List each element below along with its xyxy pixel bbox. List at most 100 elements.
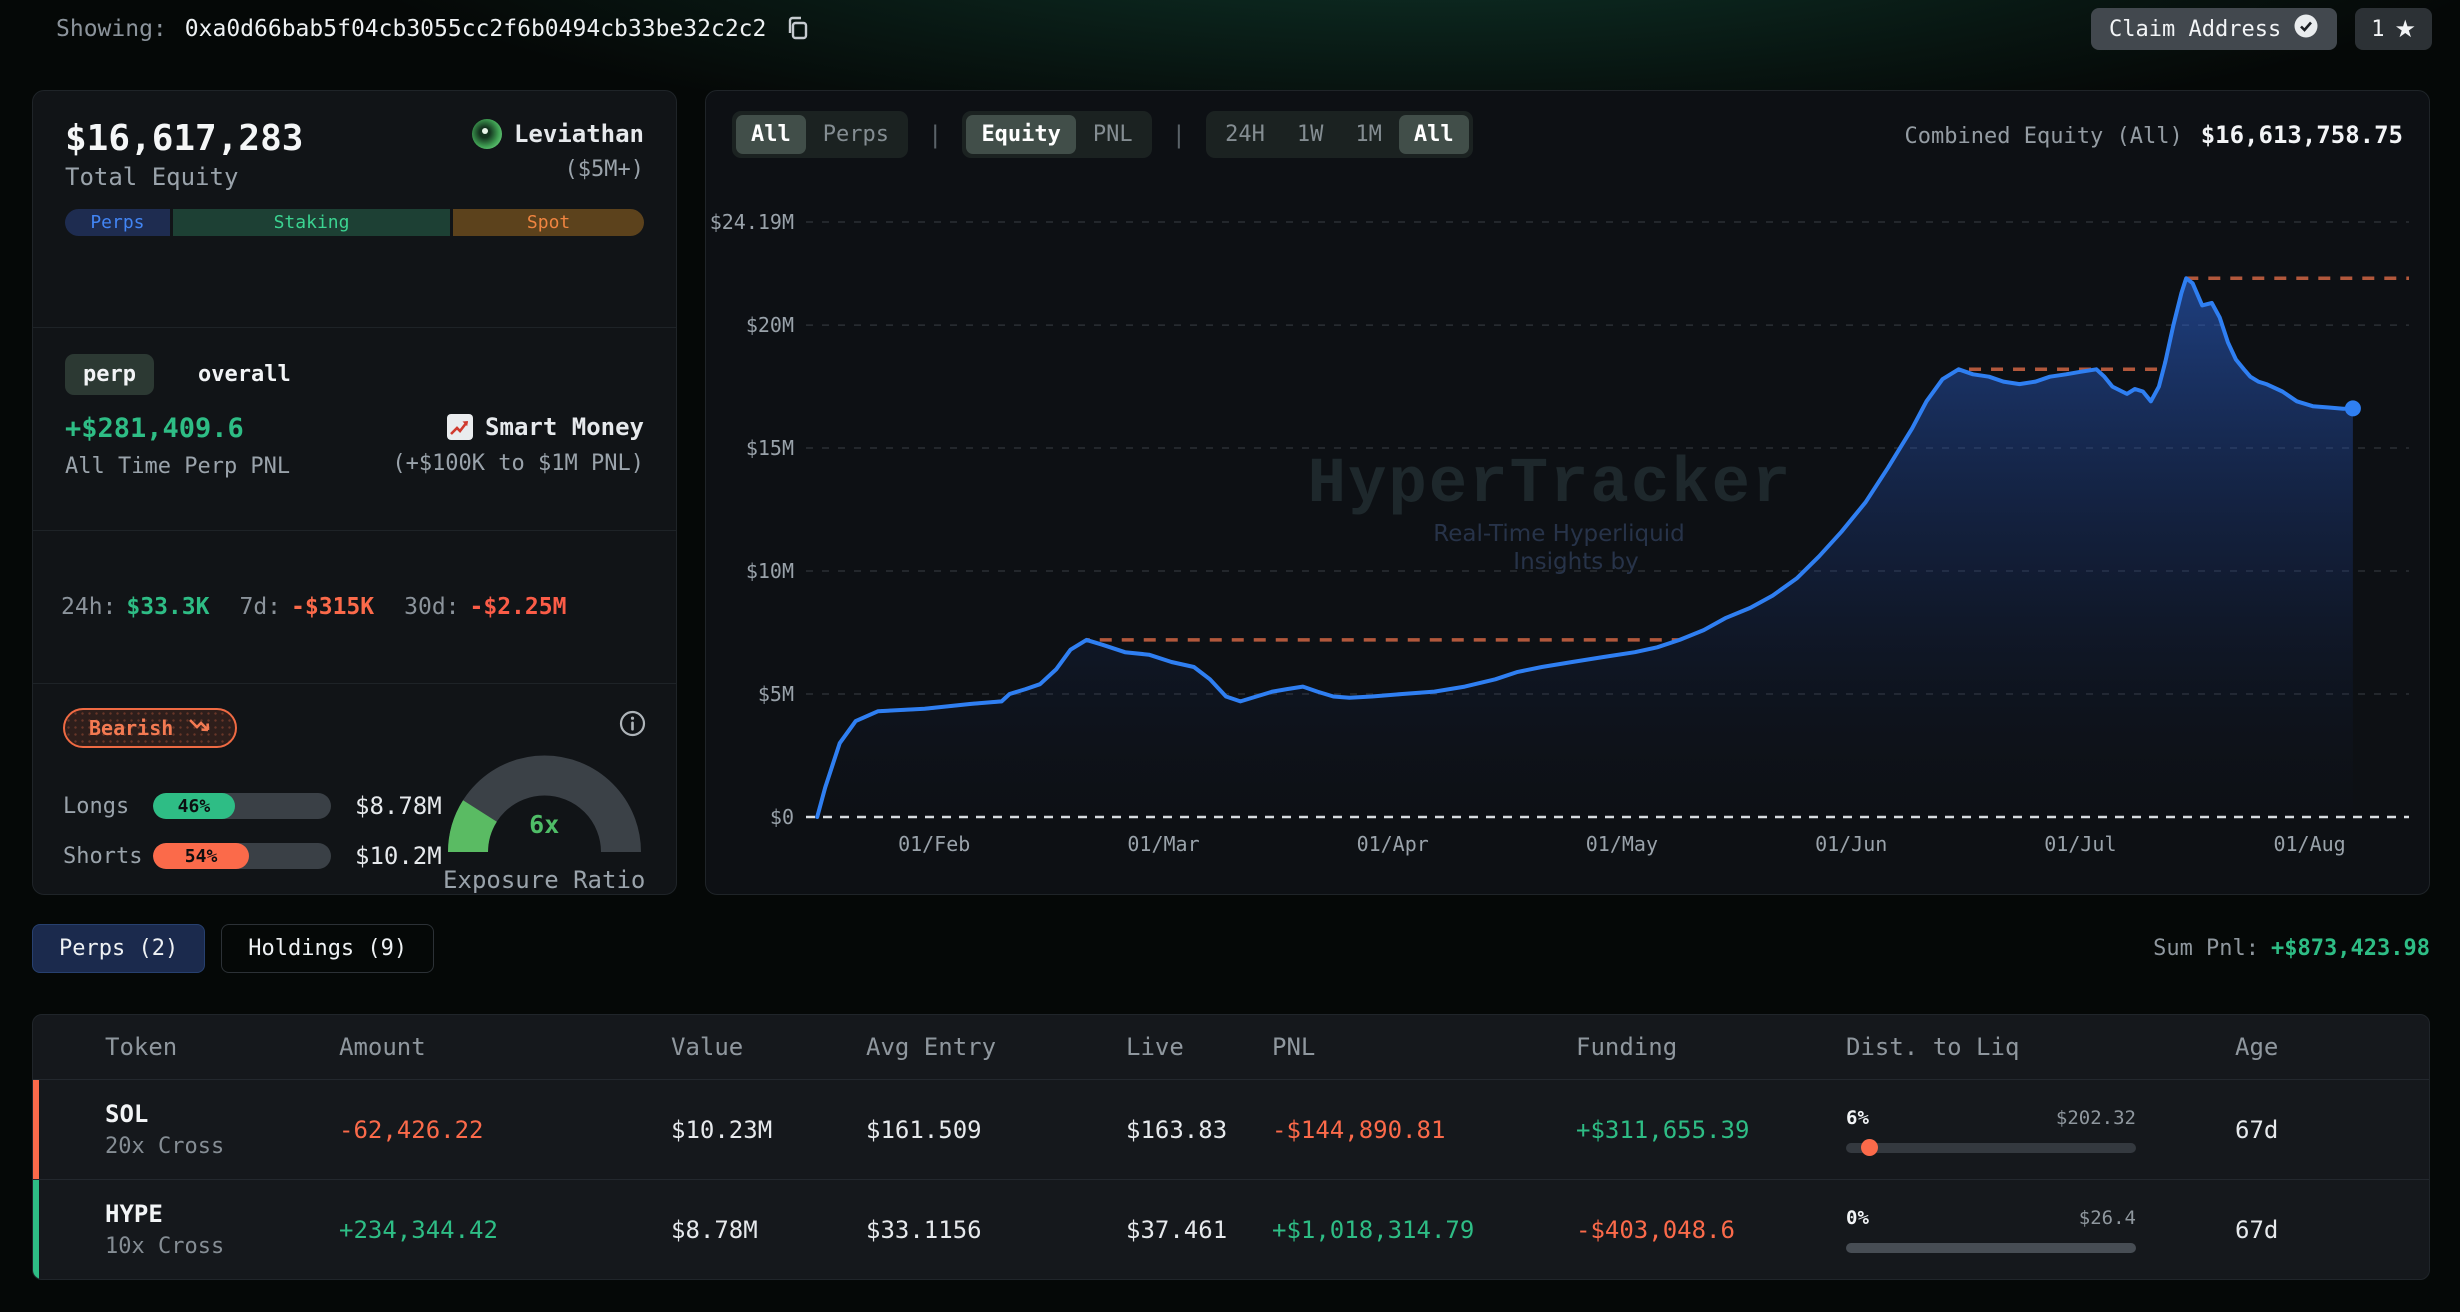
svg-text:$15M: $15M xyxy=(746,436,794,460)
period-pnl-1: 7d: -$315K xyxy=(239,594,374,620)
main-content: $16,617,283 Total Equity Leviathan ($5M+… xyxy=(0,52,2460,1280)
period-pnl-0: 24h: $33.3K xyxy=(61,594,209,620)
period-label: 7d: xyxy=(239,594,281,620)
live-cell: $163.83 xyxy=(1126,1116,1272,1144)
equity-chart[interactable]: $24.19M$20M$15M$10M$5M$001/Feb01/Mar01/A… xyxy=(706,179,2429,895)
liq-price: $202.32 xyxy=(2056,1107,2136,1129)
svg-text:01/Apr: 01/Apr xyxy=(1357,832,1429,856)
claim-address-label: Claim Address xyxy=(2109,17,2281,42)
shorts-value: $10.2M xyxy=(355,842,442,870)
live-cell: $37.461 xyxy=(1126,1216,1272,1244)
pnl-cell: +$1,018,314.79 xyxy=(1272,1216,1576,1244)
shorts-bar: 54% xyxy=(153,843,331,869)
shorts-fill: 54% xyxy=(153,843,249,869)
longs-fill: 46% xyxy=(153,793,235,819)
longs-bar: 46% xyxy=(153,793,331,819)
svg-text:01/Jun: 01/Jun xyxy=(1815,832,1887,856)
exposure-section: Bearish xyxy=(33,684,676,894)
metric-tab-group: EquityPNL xyxy=(962,111,1151,158)
column-header-value: Value xyxy=(671,1033,866,1061)
positions-tab-holdings-9-[interactable]: Holdings (9) xyxy=(221,924,434,973)
equity-chart-card: AllPerps | EquityPNL | 24H1W1MAll Combin… xyxy=(705,90,2430,895)
star-count-button[interactable]: 1 ★ xyxy=(2355,8,2432,50)
range-tab-1m[interactable]: 1M xyxy=(1340,115,1397,154)
sum-pnl-label: Sum Pnl: xyxy=(2153,936,2259,961)
amount-cell: +234,344.42 xyxy=(339,1216,671,1244)
token-cell: HYPE10x Cross xyxy=(105,1200,339,1259)
source-tab-perps[interactable]: Perps xyxy=(808,115,904,154)
total-equity-value: $16,617,283 xyxy=(65,119,303,159)
combined-equity-label: Combined Equity (All) xyxy=(1905,124,2183,149)
svg-text:Real-Time Hyperliquid: Real-Time Hyperliquid xyxy=(1433,521,1684,547)
info-icon[interactable] xyxy=(619,710,646,743)
period-label: 24h: xyxy=(61,594,116,620)
token-name: SOL xyxy=(105,1100,339,1128)
svg-text:$20M: $20M xyxy=(746,313,794,337)
top-bar: Showing: 0xa0d66bab5f04cb3055cc2f6b0494c… xyxy=(0,0,2460,52)
svg-text:01/Mar: 01/Mar xyxy=(1127,832,1199,856)
trader-badge: Leviathan xyxy=(472,119,644,149)
scope-tab-perp[interactable]: perp xyxy=(65,354,154,395)
liq-slider-thumb xyxy=(1861,1139,1878,1156)
svg-text:$5M: $5M xyxy=(758,682,794,706)
wallet-address: 0xa0d66bab5f04cb3055cc2f6b0494cb33be32c2… xyxy=(185,16,767,42)
chart-increasing-icon xyxy=(447,414,473,440)
funding-cell: +$311,655.39 xyxy=(1576,1116,1846,1144)
age-cell: 67d xyxy=(2235,1116,2429,1144)
allocation-segment-staking[interactable]: Staking xyxy=(173,209,450,236)
all-time-pnl-label: All Time Perp PNL xyxy=(65,454,290,479)
position-row-sol[interactable]: SOL20x Cross-62,426.22$10.23M$161.509$16… xyxy=(33,1079,2429,1179)
divider: | xyxy=(928,121,942,149)
dragon-icon xyxy=(472,119,502,149)
exposure-ratio-value: 6x xyxy=(442,810,647,839)
svg-text:01/May: 01/May xyxy=(1586,832,1658,856)
range-tab-all[interactable]: All xyxy=(1399,115,1469,154)
dist-to-liq-cell: 6% $202.32 xyxy=(1846,1107,2136,1153)
range-tab-24h[interactable]: 24H xyxy=(1210,115,1280,154)
column-header-token: Token xyxy=(105,1033,339,1061)
dist-pct: 6% xyxy=(1846,1107,1869,1129)
range-tab-1w[interactable]: 1W xyxy=(1282,115,1339,154)
exposure-ratio-label: Exposure Ratio xyxy=(442,866,647,894)
dist-pct: 0% xyxy=(1846,1207,1869,1229)
allocation-segment-perps[interactable]: Perps xyxy=(65,209,170,236)
positions-tab-perps-2-[interactable]: Perps (2) xyxy=(32,924,205,973)
value-cell: $8.78M xyxy=(671,1216,866,1244)
scope-tab-overall[interactable]: overall xyxy=(180,354,309,395)
metric-tab-equity[interactable]: Equity xyxy=(966,115,1075,154)
total-equity-label: Total Equity xyxy=(65,163,303,191)
row-stripe xyxy=(33,1180,39,1279)
shorts-label: Shorts xyxy=(63,844,141,869)
sentiment-badge: Bearish xyxy=(63,708,237,748)
liq-slider-track xyxy=(1846,1243,2136,1253)
period-value: -$315K xyxy=(291,594,374,620)
token-leverage: 20x Cross xyxy=(105,1134,339,1159)
svg-text:Insights by: Insights by xyxy=(1513,549,1638,575)
period-pnl-row: 24h: $33.3K 7d: -$315K 30d:-$2.25M xyxy=(33,531,676,684)
star-icon: ★ xyxy=(2394,17,2416,41)
row-stripe xyxy=(33,1080,39,1179)
source-tab-all[interactable]: All xyxy=(736,115,806,154)
dist-to-liq-cell: 0%$26.4 xyxy=(1846,1207,2136,1253)
svg-text:$0: $0 xyxy=(770,805,794,829)
smart-money-range: (+$100K to $1M PNL) xyxy=(392,451,644,476)
avg-entry-cell: $161.509 xyxy=(866,1116,1126,1144)
allocation-segment-spot[interactable]: Spot xyxy=(453,209,644,236)
source-tab-group: AllPerps xyxy=(732,111,908,158)
column-header-funding: Funding xyxy=(1576,1033,1846,1061)
svg-text:01/Feb: 01/Feb xyxy=(898,832,970,856)
positions-tabs-row: Perps (2)Holdings (9) Sum Pnl: +$873,423… xyxy=(32,925,2430,972)
amount-cell: -62,426.22 xyxy=(339,1116,671,1144)
all-time-pnl-value: +$281,409.6 xyxy=(65,413,290,444)
position-row-hype[interactable]: HYPE10x Cross+234,344.42$8.78M$33.1156$3… xyxy=(33,1179,2429,1279)
period-value: $33.3K xyxy=(126,594,209,620)
pnl-scope-tabs: perp overall xyxy=(65,354,644,395)
period-pnl-2: 30d:-$2.25M xyxy=(404,594,566,620)
column-header-dist-to-liq: Dist. to Liq xyxy=(1846,1033,2235,1061)
column-header-avg-entry: Avg Entry xyxy=(866,1033,1126,1061)
metric-tab-pnl[interactable]: PNL xyxy=(1078,115,1148,154)
copy-address-button[interactable] xyxy=(784,14,812,45)
period-value: -$2.25M xyxy=(470,594,567,620)
claim-address-button[interactable]: Claim Address xyxy=(2091,8,2337,50)
positions-table-header: TokenAmountValueAvg EntryLivePNLFundingD… xyxy=(33,1015,2429,1079)
